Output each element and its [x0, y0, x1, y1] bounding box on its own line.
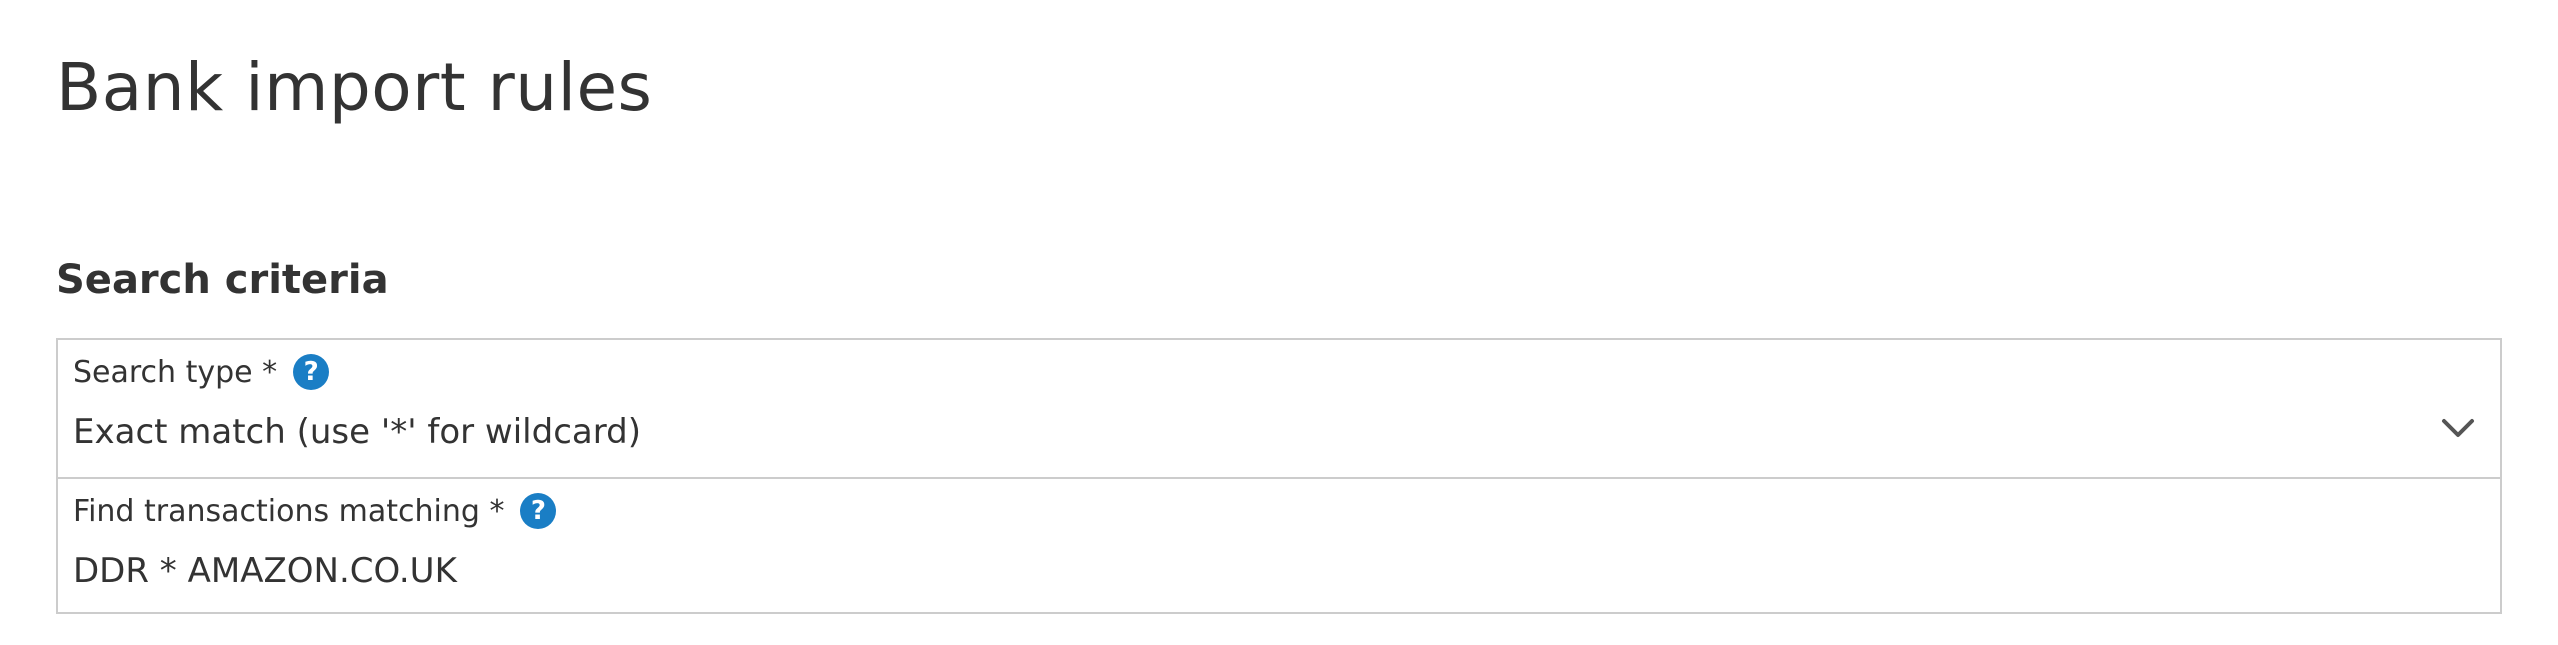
question-circle-icon[interactable]: ?: [520, 493, 557, 529]
page-title: Bank import rules: [56, 49, 653, 126]
find-transactions-label: Find transactions matching *: [73, 493, 505, 529]
find-transactions-field[interactable]: Find transactions matching * ?: [58, 477, 2500, 614]
page: Bank import rules Search criteria Search…: [0, 0, 2558, 645]
find-transactions-input[interactable]: [73, 551, 2373, 591]
search-type-label-row: Search type * ?: [73, 350, 330, 394]
question-circle-icon[interactable]: ?: [293, 354, 330, 390]
search-type-field[interactable]: Search type * ? Exact match (use '*' for…: [58, 340, 2500, 477]
find-transactions-label-row: Find transactions matching * ?: [73, 489, 557, 533]
search-type-label: Search type *: [73, 354, 278, 390]
search-criteria-form: Search type * ? Exact match (use '*' for…: [56, 338, 2502, 614]
chevron-down-icon[interactable]: [2438, 408, 2478, 448]
section-title-search-criteria: Search criteria: [56, 257, 389, 303]
search-type-select[interactable]: Exact match (use '*' for wildcard): [73, 412, 2373, 452]
